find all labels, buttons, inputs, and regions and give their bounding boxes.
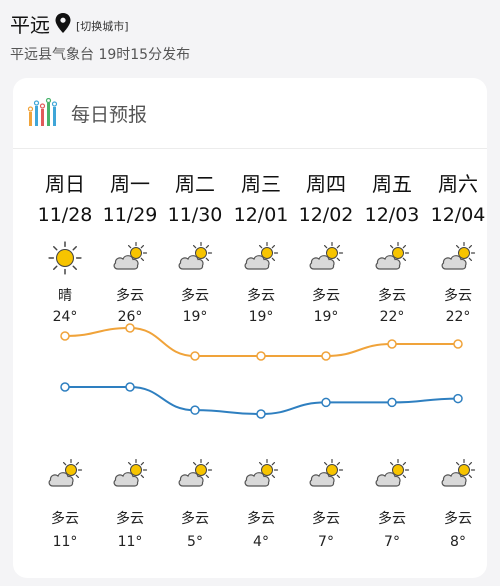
- day-date: 12/03: [364, 204, 420, 226]
- switch-city-link[interactable]: [切换城市]: [76, 18, 129, 34]
- partly-cloudy-icon: [441, 242, 476, 270]
- high-temp: 24°: [52, 309, 78, 325]
- partly-cloudy-icon: [178, 459, 213, 487]
- day-of-week: 周日: [45, 172, 85, 196]
- day-column: 周一 11/29 多云 26°: [98, 168, 162, 325]
- day-condition: 多云: [444, 288, 472, 304]
- high-temp: 22°: [379, 309, 405, 325]
- night-condition: 多云: [247, 511, 275, 527]
- high-temp: 26°: [117, 309, 143, 325]
- low-temp-point: [190, 405, 200, 415]
- high-temp-point: [256, 351, 266, 361]
- high-temp-points: [60, 323, 463, 361]
- high-temp-point: [387, 339, 397, 349]
- low-temp-point: [60, 382, 70, 392]
- partly-cloudy-icon: [309, 459, 344, 487]
- day-date: 12/02: [298, 204, 354, 226]
- partly-cloudy-icon: [375, 459, 410, 487]
- night-condition: 多云: [51, 511, 79, 527]
- low-temp: 11°: [52, 534, 78, 550]
- night-condition: 多云: [116, 511, 144, 527]
- publish-info: 平远县气象台 19时15分发布: [10, 47, 191, 63]
- night-column: 多云 7°: [360, 458, 424, 550]
- partly-cloudy-icon: [375, 242, 410, 270]
- partly-cloudy-icon: [244, 242, 279, 270]
- day-of-week: 周二: [175, 172, 215, 196]
- day-column: 周二 11/30 多云 19°: [163, 168, 227, 325]
- day-of-week: 周一: [110, 172, 150, 196]
- day-column: 周四 12/02 多云 19°: [294, 168, 358, 325]
- night-column: 多云 11°: [33, 458, 97, 550]
- low-temp: 4°: [253, 534, 269, 550]
- partly-cloudy-icon: [441, 459, 476, 487]
- partly-cloudy-icon: [244, 459, 279, 487]
- low-temp-point: [256, 409, 266, 419]
- high-temp-point: [125, 323, 135, 333]
- day-column: 周日 11/28 晴 24°: [33, 168, 97, 325]
- header: 平远 [切换城市] 平远县气象台 19时15分发布: [10, 6, 490, 68]
- low-temp: 5°: [187, 534, 203, 550]
- low-temp-point: [321, 397, 331, 408]
- city-row: 平远 [切换城市]: [10, 6, 490, 40]
- day-condition: 多云: [378, 288, 406, 304]
- low-temp: 8°: [450, 534, 466, 550]
- night-column: 多云 7°: [294, 458, 358, 550]
- day-condition: 多云: [312, 288, 340, 304]
- day-date: 12/01: [233, 204, 289, 226]
- day-of-week: 周三: [241, 172, 281, 196]
- day-of-week: 周四: [306, 172, 346, 196]
- day-condition: 晴: [58, 288, 72, 304]
- day-date: 11/29: [102, 204, 158, 226]
- day-column: 周三 12/01 多云 19°: [229, 168, 293, 325]
- day-date: 11/30: [167, 204, 223, 226]
- low-temp: 11°: [117, 534, 143, 550]
- partly-cloudy-icon: [48, 459, 83, 487]
- night-condition: 多云: [444, 511, 472, 527]
- high-temp: 19°: [182, 309, 208, 325]
- night-condition: 多云: [378, 511, 406, 527]
- partly-cloudy-icon: [113, 242, 148, 270]
- partly-cloudy-icon: [113, 459, 148, 487]
- day-column: 周五 12/03 多云 22°: [360, 168, 424, 325]
- day-condition: 多云: [181, 288, 209, 304]
- partly-cloudy-icon: [178, 242, 213, 270]
- day-of-week: 周六: [438, 172, 478, 196]
- low-temp-point: [387, 397, 397, 408]
- low-temp: 7°: [318, 534, 334, 550]
- low-temp: 7°: [384, 534, 400, 550]
- partly-cloudy-icon: [309, 242, 344, 270]
- low-temp-point: [453, 393, 463, 404]
- high-temp: 19°: [248, 309, 274, 325]
- night-condition: 多云: [181, 511, 209, 527]
- high-temp-point: [190, 351, 200, 361]
- day-of-week: 周五: [372, 172, 412, 196]
- location-pin-icon[interactable]: [54, 12, 72, 34]
- day-date: 11/28: [37, 204, 93, 226]
- day-column: 周六 12/04 多云 22°: [426, 168, 490, 325]
- day-condition: 多云: [247, 288, 275, 304]
- high-temp: 19°: [313, 309, 339, 325]
- night-condition: 多云: [312, 511, 340, 527]
- high-temp-point: [321, 351, 331, 361]
- night-column: 多云 4°: [229, 458, 293, 550]
- night-column: 多云 5°: [163, 458, 227, 550]
- day-date: 12/04: [430, 204, 486, 226]
- high-temp: 22°: [445, 309, 471, 325]
- city-name: 平远: [10, 12, 50, 37]
- daily-forecast-card: 每日预报 周日 11/28 晴 24° 多云 11° 周一 11/29 多云 2…: [13, 78, 487, 578]
- night-column: 多云 11°: [98, 458, 162, 550]
- low-temp-point: [125, 382, 135, 392]
- high-temp-point: [60, 331, 70, 341]
- high-temp-point: [453, 339, 463, 349]
- day-condition: 多云: [116, 288, 144, 304]
- sun-icon: [48, 241, 82, 275]
- night-column: 多云 8°: [426, 458, 490, 550]
- low-temp-points: [60, 382, 463, 419]
